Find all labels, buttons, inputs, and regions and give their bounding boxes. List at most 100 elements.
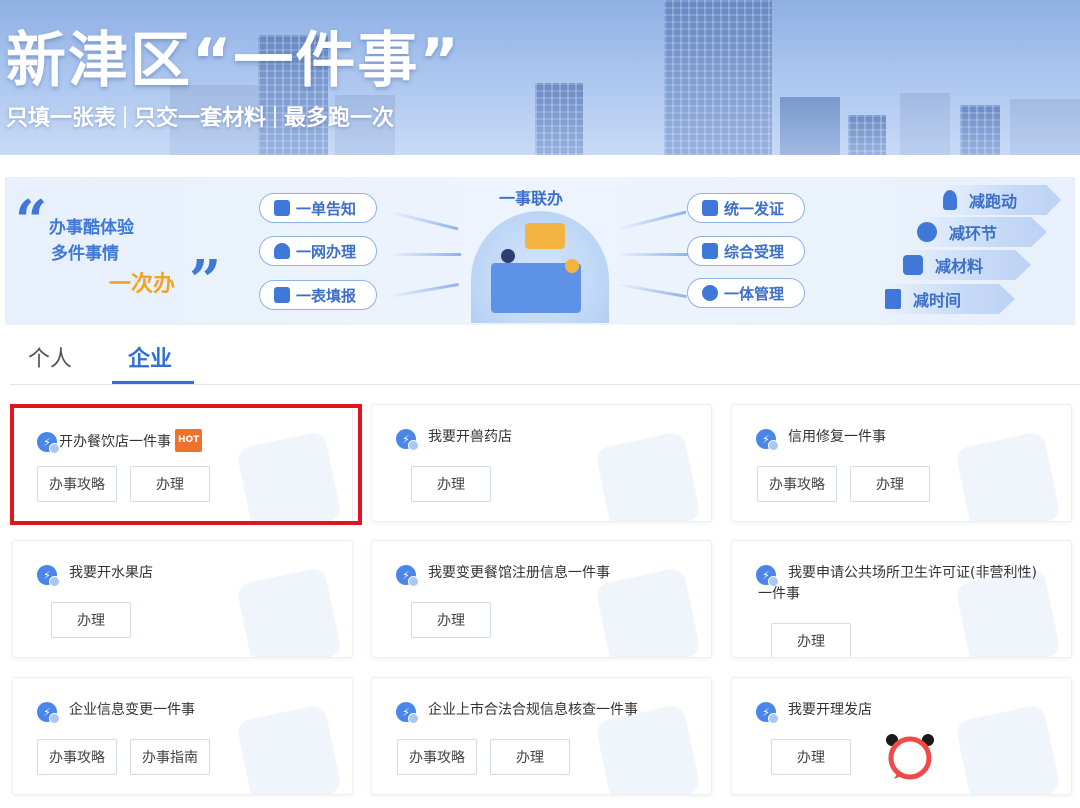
handle-button[interactable]: 办理 bbox=[771, 623, 851, 657]
service-icon: ⚡ bbox=[37, 565, 60, 587]
handle-button[interactable]: 办理 bbox=[51, 602, 131, 638]
service-card[interactable]: ⚡ 我要变更餐馆注册信息一件事 办理 bbox=[371, 540, 712, 658]
service-card[interactable]: ⚡ 我要开水果店 办理 bbox=[12, 540, 353, 658]
reduce-label: 减材料 bbox=[935, 257, 984, 276]
skyline-building bbox=[780, 97, 840, 155]
hot-badge: HOT bbox=[175, 429, 203, 452]
tab-enterprise[interactable]: 企业 bbox=[128, 341, 172, 373]
certificate-icon bbox=[702, 200, 718, 216]
instructions-button[interactable]: 办事指南 bbox=[130, 739, 210, 775]
open-quote-icon: “ bbox=[15, 188, 48, 254]
flow-arrow bbox=[617, 210, 687, 231]
flow-arrow bbox=[389, 282, 459, 299]
skyline-tower bbox=[664, 0, 772, 155]
handle-button[interactable]: 办理 bbox=[490, 739, 570, 775]
service-infographic: “ 办事酷体验 多件事情 一次办 ” 一单告知 一网办理 一表填报 一事联办 统… bbox=[5, 177, 1075, 325]
pill-label: 统一发证 bbox=[724, 199, 785, 218]
card-title-line: 我要申请公共场所卫生许可证(非营利性) bbox=[788, 565, 1037, 581]
watermark-icon bbox=[594, 566, 702, 657]
tab-divider bbox=[10, 384, 1080, 385]
skyline-building bbox=[900, 93, 950, 155]
card-title: 我要变更餐馆注册信息一件事 bbox=[428, 565, 610, 581]
reduce-trips: 减跑动 bbox=[939, 185, 1061, 215]
watermark-icon bbox=[235, 430, 343, 521]
card-title-text: 开办餐饮店一件事 bbox=[59, 434, 171, 450]
skyline-building bbox=[960, 105, 1000, 155]
handle-button[interactable]: 办理 bbox=[411, 602, 491, 638]
center-illustration bbox=[471, 211, 609, 323]
pill-notice: 一单告知 bbox=[259, 193, 377, 223]
category-tabs: 个人 企业 bbox=[0, 335, 1080, 385]
slogan-line: 办事酷体验 bbox=[49, 218, 134, 238]
reduce-materials: 减材料 bbox=[901, 250, 1031, 280]
guide-button[interactable]: 办事攻略 bbox=[397, 739, 477, 775]
watermark-icon bbox=[594, 430, 702, 521]
service-card[interactable]: ⚡ 企业上市合法合规信息核查一件事 办事攻略 办理 bbox=[371, 677, 712, 795]
service-icon: ⚡ bbox=[756, 565, 779, 587]
handle-button[interactable]: 办理 bbox=[130, 466, 210, 502]
service-icon: ⚡ bbox=[37, 432, 60, 454]
watermark-icon bbox=[954, 703, 1062, 794]
person-illustration bbox=[565, 259, 579, 273]
divider bbox=[124, 106, 127, 128]
page-title: 新津区“一件事” bbox=[6, 26, 461, 96]
steps-icon bbox=[917, 222, 937, 242]
divider bbox=[274, 106, 277, 128]
cycle-icon bbox=[702, 285, 718, 301]
accept-icon bbox=[702, 243, 718, 259]
banner-slogan: 只填一张表 只交一套材料 最多跑一次 bbox=[6, 100, 394, 132]
header-banner: 新津区“一件事” 只填一张表 只交一套材料 最多跑一次 bbox=[0, 0, 1080, 155]
guide-button[interactable]: 办事攻略 bbox=[37, 739, 117, 775]
watermark-icon bbox=[235, 703, 343, 794]
flow-arrow bbox=[617, 253, 689, 256]
card-title: 我要开兽药店 bbox=[428, 429, 512, 445]
service-icon: ⚡ bbox=[37, 702, 60, 724]
slogan-part: 只填一张表 bbox=[6, 106, 117, 131]
watermark-icon bbox=[954, 430, 1062, 521]
service-icon: ⚡ bbox=[756, 702, 779, 724]
reduce-time: 减时间 bbox=[883, 284, 1015, 314]
center-title: 一事联办 bbox=[499, 189, 564, 208]
service-card[interactable]: ⚡ 我要开兽药店 办理 bbox=[371, 404, 712, 522]
slogan-part: 只交一套材料 bbox=[134, 106, 267, 131]
service-icon: ⚡ bbox=[396, 702, 419, 724]
folder-icon bbox=[903, 255, 923, 275]
form-icon bbox=[274, 287, 290, 303]
tab-personal[interactable]: 个人 bbox=[28, 341, 72, 373]
guide-button[interactable]: 办事攻略 bbox=[37, 466, 117, 502]
service-icon: ⚡ bbox=[396, 565, 419, 587]
card-title-line: 一件事 bbox=[758, 586, 800, 602]
reduce-label: 减时间 bbox=[913, 291, 962, 310]
handle-button[interactable]: 办理 bbox=[771, 739, 851, 775]
pill-online: 一网办理 bbox=[259, 236, 377, 266]
pill-label: 一单告知 bbox=[296, 199, 357, 218]
pill-certificate: 统一发证 bbox=[687, 193, 805, 223]
person-illustration bbox=[501, 249, 515, 263]
pill-label: 一体管理 bbox=[724, 284, 785, 303]
user-icon bbox=[274, 243, 290, 259]
card-illustration bbox=[525, 223, 565, 249]
flow-arrow bbox=[617, 282, 687, 299]
card-title: 我要申请公共场所卫生许可证(非营利性) 一件事 bbox=[758, 563, 1037, 605]
pill-accept: 综合受理 bbox=[687, 236, 805, 266]
handle-button[interactable]: 办理 bbox=[411, 466, 491, 502]
card-title: 企业上市合法合规信息核查一件事 bbox=[428, 702, 638, 718]
card-title: 我要开理发店 bbox=[788, 702, 872, 718]
close-quote-icon: ” bbox=[189, 248, 222, 314]
service-card[interactable]: ⚡ 企业信息变更一件事 办事攻略 办事指南 bbox=[12, 677, 353, 795]
service-card[interactable]: ⚡ 开办餐饮店一件事 HOT 办事攻略 办理 bbox=[12, 404, 353, 522]
service-card[interactable]: ⚡ 信用修复一件事 办事攻略 办理 bbox=[731, 404, 1072, 522]
panda-logo-icon[interactable] bbox=[884, 732, 936, 780]
pill-manage: 一体管理 bbox=[687, 278, 805, 308]
handle-button[interactable]: 办理 bbox=[850, 466, 930, 502]
skyline-building bbox=[848, 115, 886, 155]
skyline-building bbox=[535, 83, 583, 155]
card-title: 信用修复一件事 bbox=[788, 429, 886, 445]
service-card[interactable]: ⚡ 我要申请公共场所卫生许可证(非营利性) 一件事 办理 bbox=[731, 540, 1072, 658]
pill-form: 一表填报 bbox=[259, 280, 377, 310]
flow-arrow bbox=[389, 253, 461, 256]
reduce-label: 减跑动 bbox=[969, 192, 1018, 211]
pill-label: 综合受理 bbox=[724, 242, 785, 261]
guide-button[interactable]: 办事攻略 bbox=[757, 466, 837, 502]
service-icon: ⚡ bbox=[756, 429, 779, 451]
